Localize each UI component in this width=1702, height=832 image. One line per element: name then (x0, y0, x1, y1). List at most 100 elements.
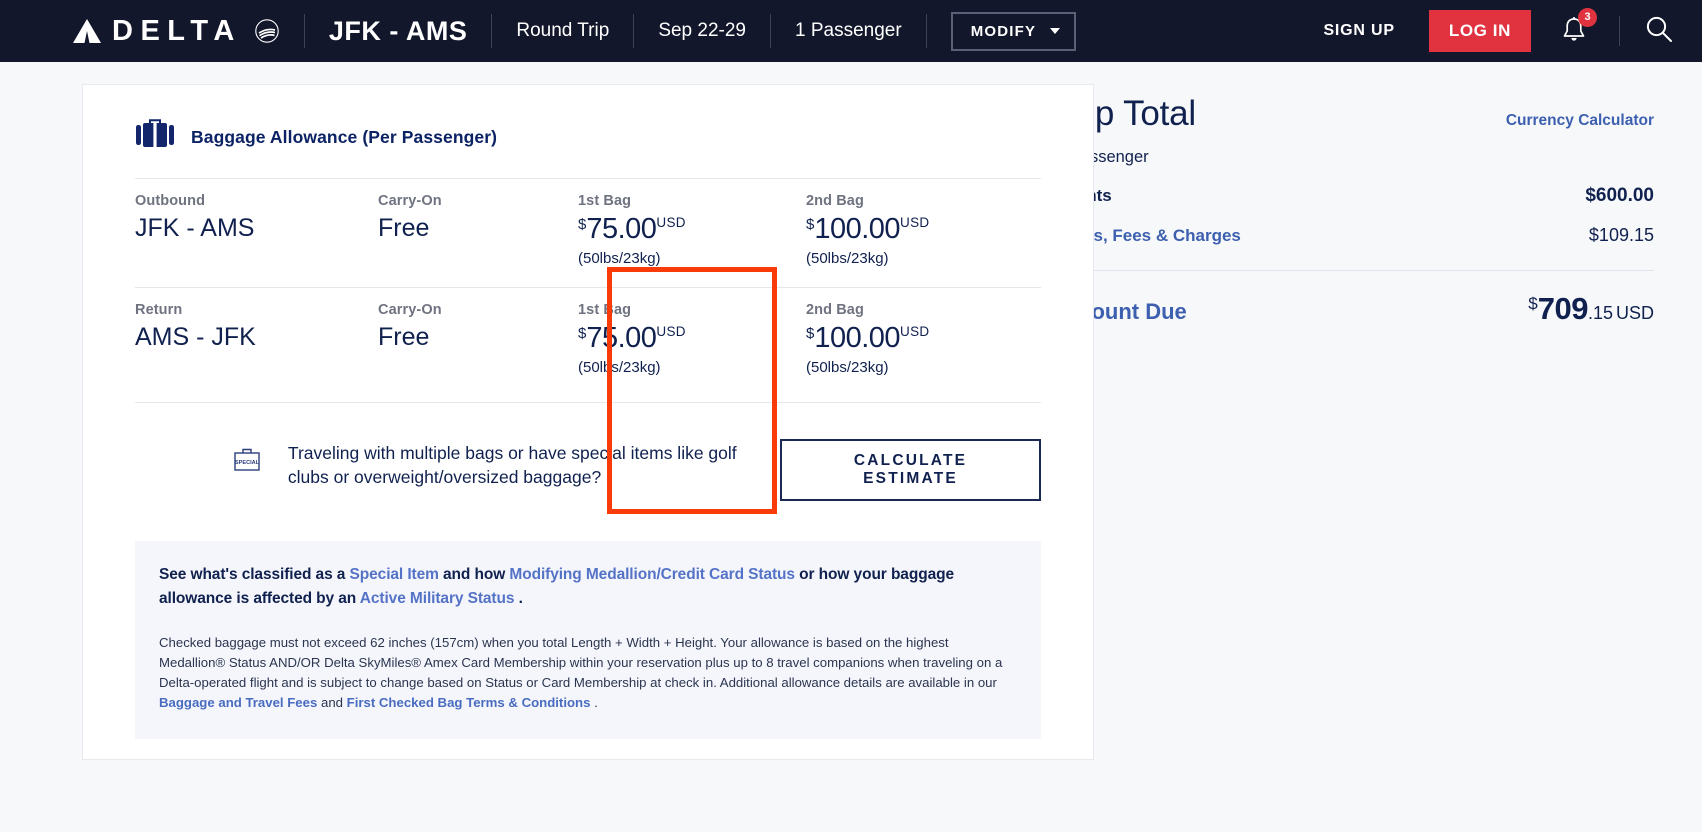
delta-logo[interactable]: DELTA (72, 14, 280, 47)
first-bag-price: $75.00USD (578, 321, 806, 355)
summary-row-flights: Flights $600.00 (1056, 185, 1654, 207)
suitcase-icon (135, 119, 175, 156)
info-body-text-3: . (590, 695, 598, 710)
amount-due-cents: .15 (1587, 303, 1613, 323)
special-icon-container: SPECIAL (135, 439, 264, 480)
amount-due-currency-symbol: $ (1528, 294, 1538, 313)
price-amount: 75.00 (586, 321, 657, 354)
cell-direction: Outbound JFK - AMS (135, 193, 378, 267)
direction-value: JFK - AMS (135, 214, 255, 242)
top-navigation-bar: DELTA JFK - AMS Round Trip Sep 22-29 1 P… (0, 0, 1702, 62)
trip-type: Round Trip (516, 20, 610, 41)
direction-value: AMS - JFK (135, 322, 256, 351)
special-items-section: SPECIAL Traveling with multiple bags or … (113, 403, 1063, 507)
info-lead-text-2: and how (438, 565, 510, 583)
summary-row-taxes: Taxes, Fees & Charges $109.15 (1056, 225, 1654, 246)
header-divider-2 (491, 14, 493, 48)
svg-text:SPECIAL: SPECIAL (235, 460, 260, 466)
delta-wordmark: DELTA (112, 14, 242, 47)
amount-due-whole: 709 (1537, 291, 1589, 326)
header-divider-6 (1619, 16, 1620, 46)
first-bag-price: $75.00USD (578, 213, 806, 246)
currency-code: USD (656, 323, 686, 339)
bell-icon (1561, 16, 1587, 47)
currency-code: USD (900, 323, 930, 339)
trip-dates: Sep 22-29 (658, 20, 746, 41)
modify-search-button[interactable]: MODIFY (950, 11, 1077, 51)
currency-code: USD (900, 215, 930, 230)
trip-total-sidebar: Trip Total Currency Calculator 1 Passeng… (1012, 84, 1702, 832)
page-body: Baggage Allowance (Per Passenger) Outbou… (0, 62, 1702, 832)
second-bag-weight: (50lbs/23kg) (806, 358, 889, 376)
baggage-allowance-card: Baggage Allowance (Per Passenger) Outbou… (82, 84, 1094, 761)
cell-second-bag: 2nd Bag $100.00USD (50lbs/23kg) (806, 193, 1034, 267)
cell-direction: Return AMS - JFK (135, 302, 378, 376)
special-items-text: Traveling with multiple bags or have spe… (287, 442, 737, 487)
notifications-button[interactable]: 3 (1561, 7, 1597, 48)
direction-label: Return (135, 301, 183, 318)
cell-carry-on: Carry-On Free (378, 193, 578, 267)
delta-triangle-icon (72, 18, 102, 44)
active-military-status-link[interactable]: Active Military Status (360, 590, 515, 607)
header-divider-3 (633, 14, 635, 48)
amount-due-row: Amount Due $709.15 USD (1056, 291, 1654, 327)
first-checked-bag-terms-link[interactable]: First Checked Bag Terms & Conditions (347, 695, 591, 710)
price-amount: 75.00 (586, 213, 657, 245)
header-actions: SIGN UP LOG IN 3 (1323, 7, 1674, 52)
amount-due-currency-code: USD (1615, 303, 1654, 323)
header-divider-1 (303, 14, 305, 48)
table-row: Return AMS - JFK Carry-On Free 1st Bag $… (135, 286, 1041, 403)
second-bag-weight: (50lbs/23kg) (806, 249, 889, 267)
baggage-info-panel: See what's classified as a Special Item … (135, 540, 1041, 740)
cell-second-bag: 2nd Bag $100.00USD (50lbs/23kg) (806, 302, 1034, 376)
carry-on-value: Free (378, 322, 430, 351)
carry-on-label: Carry-On (378, 301, 442, 318)
first-bag-weight: (50lbs/23kg) (578, 249, 661, 267)
chevron-down-icon (1050, 28, 1061, 34)
carry-on-value: Free (378, 214, 430, 242)
itinerary-route: JFK - AMS (328, 15, 468, 46)
medallion-status-link[interactable]: Modifying Medallion/Credit Card Status (509, 566, 795, 583)
special-item-link[interactable]: Special Item (350, 566, 439, 583)
price-amount: 100.00 (814, 213, 901, 245)
log-in-button[interactable]: LOG IN (1428, 10, 1531, 52)
sign-up-link[interactable]: SIGN UP (1323, 22, 1394, 40)
info-lead-text-4: . (514, 589, 523, 607)
sidebar-passenger-count: 1 Passenger (1056, 148, 1149, 166)
cell-first-bag: 1st Bag $75.00USD (50lbs/23kg) (578, 302, 806, 376)
second-bag-price: $100.00USD (806, 321, 1034, 355)
search-icon[interactable] (1644, 14, 1674, 49)
modify-label: MODIFY (970, 22, 1037, 40)
passenger-count: 1 Passenger (795, 20, 902, 41)
summary-divider (1056, 270, 1654, 271)
amount-due-value: $709.15 USD (1528, 291, 1654, 327)
baggage-table: Outbound JFK - AMS Carry-On Free 1st Bag… (113, 178, 1063, 403)
calculate-estimate-button[interactable]: CALCULATE ESTIMATE (780, 438, 1041, 501)
second-bag-label: 2nd Bag (806, 301, 864, 318)
notification-count-badge: 3 (1578, 7, 1597, 27)
trip-total-header: Trip Total Currency Calculator (1056, 94, 1654, 134)
flights-value: $600.00 (1585, 185, 1654, 206)
info-body-text-1: Checked baggage must not exceed 62 inche… (159, 634, 1003, 690)
carry-on-label: Carry-On (378, 193, 442, 209)
header-divider-5 (925, 14, 927, 48)
info-lead-paragraph: See what's classified as a Special Item … (159, 563, 1017, 611)
table-row: Outbound JFK - AMS Carry-On Free 1st Bag… (135, 178, 1041, 287)
skyteam-icon (252, 18, 280, 44)
first-bag-label: 1st Bag (578, 193, 632, 209)
info-body-text-2: and (317, 695, 347, 710)
currency-calculator-link[interactable]: Currency Calculator (1506, 112, 1654, 130)
baggage-travel-fees-link[interactable]: Baggage and Travel Fees (159, 695, 317, 710)
second-bag-label: 2nd Bag (806, 193, 864, 209)
direction-label: Outbound (135, 193, 206, 209)
second-bag-price: $100.00USD (806, 213, 1034, 246)
price-amount: 100.00 (814, 321, 901, 354)
cell-first-bag: 1st Bag $75.00USD (50lbs/23kg) (578, 193, 806, 267)
currency-code: USD (656, 215, 686, 230)
header-divider-4 (770, 14, 771, 48)
baggage-card-header: Baggage Allowance (Per Passenger) (113, 119, 1063, 156)
cell-carry-on: Carry-On Free (378, 302, 578, 376)
baggage-card-title: Baggage Allowance (Per Passenger) (191, 127, 498, 147)
special-briefcase-icon: SPECIAL (230, 445, 264, 480)
first-bag-weight: (50lbs/23kg) (578, 358, 661, 376)
